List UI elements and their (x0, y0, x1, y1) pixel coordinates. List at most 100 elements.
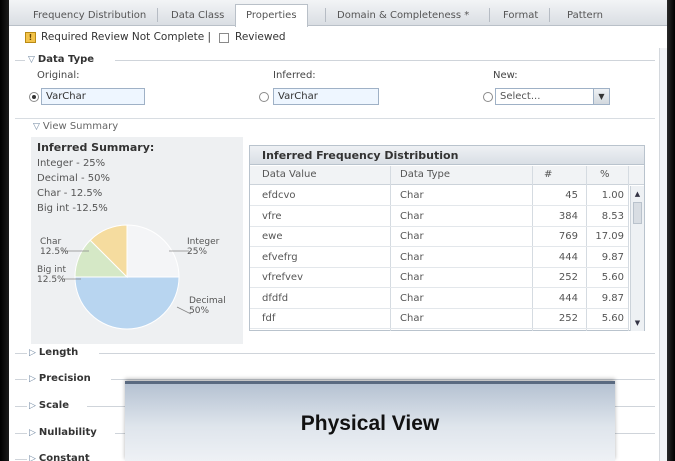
tab-frequency-distribution[interactable]: Frequency Distribution (23, 6, 156, 26)
tab-domain-completeness[interactable]: Domain & Completeness * (327, 6, 479, 26)
cell-count: 45 (565, 190, 578, 201)
section-precision-title[interactable]: ▷ Precision (29, 373, 95, 384)
tab-separator (157, 8, 158, 22)
scroll-up-icon[interactable]: ▲ (632, 188, 643, 200)
inferred-summary-panel: Inferred Summary: Integer - 25% Decimal … (31, 137, 243, 344)
table-row[interactable]: vfrefvev Char 252 5.60 (250, 268, 628, 288)
scroll-thumb[interactable] (633, 202, 642, 224)
section-length-title[interactable]: ▷ Length (29, 347, 83, 358)
chevron-right-icon: ▷ (29, 454, 36, 461)
section-length[interactable]: ▷ Length (15, 344, 655, 364)
pie-slice-decimal (74, 276, 180, 330)
review-status-text: Required Review Not Complete | (41, 31, 212, 43)
cell-data-value: dfdfd (262, 292, 289, 304)
cell-data-type: Char (400, 272, 424, 283)
cell-percent: 9.87 (601, 292, 624, 304)
tab-separator (489, 8, 490, 22)
original-type-field[interactable]: VarChar (41, 88, 145, 105)
section-scale-label: Scale (38, 400, 70, 411)
cell-percent: 17.09 (595, 231, 624, 242)
cell-percent: 9.87 (601, 251, 624, 263)
view-summary-toggle[interactable]: ▽ View Summary (33, 121, 118, 132)
column-header-data-type[interactable]: Data Type (400, 169, 450, 180)
section-divider (15, 459, 27, 460)
pie-label-bigint: Big int 12.5% (37, 265, 66, 285)
inferred-radio[interactable] (259, 92, 269, 102)
chevron-down-icon[interactable]: ▼ (593, 89, 609, 104)
chevron-down-icon: ▽ (28, 55, 35, 65)
cell-count: 769 (558, 231, 578, 242)
section-nullability-label: Nullability (38, 427, 97, 438)
cell-data-type: Char (400, 190, 424, 201)
cell-count: 444 (558, 292, 578, 304)
section-scale-title[interactable]: ▷ Scale (29, 400, 74, 411)
pie-label-decimal: Decimal 50% (189, 296, 226, 316)
group-border (15, 60, 25, 61)
table-row[interactable]: efdcvo Char 45 1.00 (250, 186, 628, 206)
cell-percent: 5.60 (601, 272, 624, 283)
cell-data-value: fdf (262, 313, 276, 324)
tab-properties[interactable]: Properties (235, 4, 308, 27)
inferred-summary-title: Inferred Summary: (37, 141, 155, 154)
section-divider (15, 433, 27, 434)
view-summary-label: View Summary (42, 121, 119, 132)
cell-data-value: vfre (262, 210, 282, 222)
original-radio[interactable] (29, 92, 39, 102)
table-row[interactable]: fdf Char 252 5.60 (250, 309, 628, 329)
section-nullability-title[interactable]: ▷ Nullability (29, 427, 101, 438)
cell-data-value: ewe (262, 231, 283, 242)
section-length-label: Length (38, 347, 79, 358)
new-type-placeholder: Select... (500, 91, 541, 102)
cell-data-type: Char (400, 210, 424, 222)
new-radio[interactable] (483, 92, 493, 102)
chevron-right-icon: ▷ (29, 348, 36, 358)
section-divider (99, 353, 655, 354)
chevron-down-icon: ▽ (33, 122, 40, 132)
tab-format[interactable]: Format (493, 6, 548, 26)
group-border (115, 60, 655, 61)
tab-separator (325, 8, 326, 22)
tab-data-class[interactable]: Data Class (161, 6, 234, 26)
data-type-group-title[interactable]: ▽ Data Type (25, 54, 98, 65)
tab-pattern[interactable]: Pattern (557, 6, 613, 26)
table-row[interactable]: efvefrg Char 444 9.87 (250, 248, 628, 268)
column-header-count[interactable]: # (544, 169, 552, 180)
column-header-percent[interactable]: % (600, 169, 610, 180)
tab-separator (549, 8, 550, 22)
cell-percent: 8.53 (601, 210, 624, 222)
cell-data-type: Char (400, 313, 424, 324)
cell-count: 384 (558, 210, 578, 222)
inferred-type-field[interactable]: VarChar (273, 88, 379, 105)
data-type-title-text: Data Type (37, 54, 95, 65)
chevron-right-icon: ▷ (29, 401, 36, 411)
section-divider (111, 379, 655, 380)
original-label: Original: (37, 70, 80, 81)
cell-data-value: efvefrg (262, 251, 298, 263)
summary-line: Char - 12.5% (37, 188, 103, 199)
section-divider (15, 379, 27, 380)
section-constant-label: Constant (38, 453, 90, 461)
table-row[interactable]: ewe Char 769 17.09 (250, 227, 628, 247)
column-header-data-value[interactable]: Data Value (262, 169, 317, 180)
scroll-down-icon[interactable]: ▼ (632, 317, 643, 329)
section-divider (15, 353, 27, 354)
pie-label-integer: Integer 25% (187, 237, 220, 257)
table-row[interactable]: vfre Char 384 8.53 (250, 207, 628, 227)
frequency-table-header: Data Value Data Type # % (250, 166, 644, 185)
table-row[interactable]: dfdfd Char 444 9.87 (250, 289, 628, 309)
cell-data-value: vfrefvev (262, 272, 303, 283)
right-side-panel (659, 48, 667, 461)
section-constant-title[interactable]: ▷ Constant (29, 453, 94, 461)
new-type-select[interactable]: Select... ▼ (495, 88, 610, 105)
reviewed-checkbox[interactable] (219, 33, 229, 43)
cell-data-type: Char (400, 292, 424, 304)
new-label: New: (493, 70, 518, 81)
section-precision-label: Precision (38, 373, 91, 384)
review-bar: ! Required Review Not Complete | Reviewe… (9, 27, 667, 48)
physical-view-caption: Physical View (300, 412, 440, 435)
cell-count: 252 (558, 272, 578, 283)
cell-data-type: Char (400, 251, 424, 263)
inferred-frequency-table: Inferred Frequency Distribution Data Val… (249, 145, 645, 331)
table-scrollbar[interactable]: ▲ ▼ (630, 186, 644, 331)
right-frame-edge (667, 0, 675, 461)
